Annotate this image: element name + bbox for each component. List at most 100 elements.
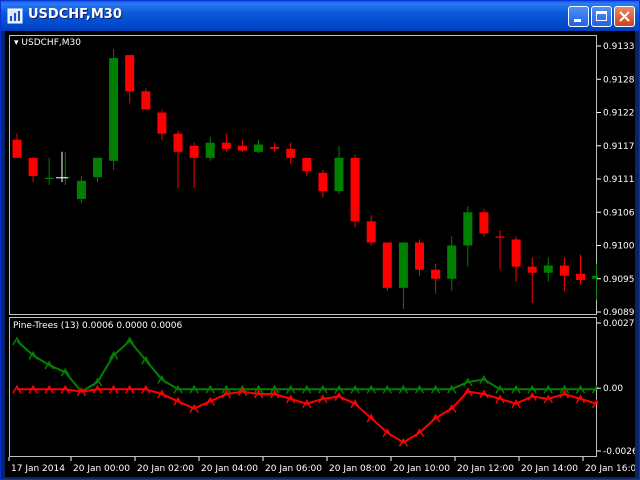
candle xyxy=(431,263,441,294)
candle xyxy=(576,254,585,285)
price-tick-label: 0.91005 xyxy=(603,242,635,252)
candle xyxy=(270,142,280,152)
green-series-line xyxy=(16,339,597,393)
time-tick-label: 20 Jan 12:00 xyxy=(457,464,514,474)
candle xyxy=(76,175,86,204)
indicator-axis[interactable]: 0.0027 0.00 -0.0026 xyxy=(597,317,635,457)
time-tick-label: 17 Jan 2014 xyxy=(11,464,65,474)
candle-body xyxy=(415,242,424,270)
candle-body xyxy=(302,157,312,172)
candle xyxy=(511,236,521,282)
candle-body xyxy=(463,212,473,246)
candle-body xyxy=(511,239,521,267)
candle-body xyxy=(109,58,119,161)
candle-body xyxy=(221,142,231,149)
candle xyxy=(559,257,569,291)
indicator-tick-label: 0.00 xyxy=(603,384,623,394)
candle xyxy=(479,209,489,237)
time-tick-label: 20 Jan 06:00 xyxy=(265,464,322,474)
time-tick-label: 20 Jan 10:00 xyxy=(393,464,450,474)
candle-body xyxy=(318,172,328,192)
candle xyxy=(173,130,183,189)
candle-body xyxy=(270,146,280,149)
candle xyxy=(157,109,167,140)
candle xyxy=(350,154,360,228)
candle xyxy=(109,49,119,170)
candle-body xyxy=(28,157,38,176)
time-axis[interactable]: 17 Jan 2014 20 Jan 00:00 20 Jan 02:00 20 Ja… xyxy=(5,457,635,477)
candle-body xyxy=(431,269,441,279)
candle xyxy=(463,206,473,267)
pine-trees-indicator xyxy=(12,336,598,447)
candle xyxy=(318,169,328,198)
candle xyxy=(382,242,392,291)
close-icon xyxy=(619,11,630,22)
indicator-panel[interactable]: Pine-Trees (13) 0.0006 0.0000 0.0006 xyxy=(9,317,598,457)
candle xyxy=(527,257,537,303)
window-title: USDCHF,M30 xyxy=(28,7,122,22)
indicator-tick-label: 0.0027 xyxy=(603,319,635,329)
candle xyxy=(237,139,247,152)
candle xyxy=(543,257,553,282)
candle-body xyxy=(398,242,408,288)
candle-body xyxy=(76,180,86,199)
candle xyxy=(44,157,54,186)
candle-body xyxy=(12,139,22,158)
candle-body xyxy=(366,221,376,243)
terminal-window: USDCHF,M30 ▾ USDCHF,M30 Pine-Trees (13) … xyxy=(0,0,640,480)
title-bar[interactable]: USDCHF,M30 xyxy=(1,1,639,31)
price-axis[interactable]: 0.91335 0.91280 0.91225 0.91170 0.91115 0.910… xyxy=(597,35,635,317)
candle-body xyxy=(205,142,215,158)
candle-body xyxy=(350,157,360,222)
price-tick-label: 0.90950 xyxy=(603,275,635,285)
red-series-line xyxy=(17,388,597,444)
time-tick-label: 20 Jan 16:00 xyxy=(585,464,635,474)
candle-body xyxy=(173,133,183,152)
candle-body xyxy=(495,236,505,238)
candle xyxy=(334,145,344,195)
price-tick-label: 0.91280 xyxy=(603,75,635,85)
candle-body xyxy=(141,91,151,110)
time-tick-label: 20 Jan 14:00 xyxy=(521,464,578,474)
candle-body xyxy=(527,266,537,273)
candle xyxy=(189,142,199,189)
price-chart-panel[interactable]: ▾ USDCHF,M30 xyxy=(9,35,598,315)
price-tick-label: 0.91335 xyxy=(603,42,635,52)
candle xyxy=(286,142,296,164)
candle xyxy=(141,88,151,110)
time-tick-label: 20 Jan 02:00 xyxy=(137,464,194,474)
indicator-tick-label: -0.0026 xyxy=(603,447,635,457)
candle-body xyxy=(382,242,392,288)
minimize-icon xyxy=(574,19,581,22)
candle-body xyxy=(157,112,167,134)
candle xyxy=(12,133,22,158)
maximize-button[interactable] xyxy=(591,6,612,27)
candle-body xyxy=(125,55,135,92)
candle-body xyxy=(237,145,247,151)
candle xyxy=(415,239,424,276)
indicator-label: Pine-Trees (13) 0.0006 0.0000 0.0006 xyxy=(13,321,183,331)
candle-body xyxy=(93,157,102,178)
candlestick-chart xyxy=(12,49,598,309)
symbol-label-text: USDCHF,M30 xyxy=(21,38,81,48)
price-tick-label: 0.91115 xyxy=(603,175,635,185)
candle-body xyxy=(44,177,54,179)
symbol-label: ▾ USDCHF,M30 xyxy=(14,38,81,48)
candle-body xyxy=(559,265,569,276)
candle xyxy=(398,242,408,309)
candle xyxy=(125,55,135,104)
close-button[interactable] xyxy=(614,6,635,27)
price-tick-label: 0.90895 xyxy=(603,308,635,317)
candle-body xyxy=(447,245,457,279)
candle-body xyxy=(334,157,344,192)
candle xyxy=(221,133,231,152)
candle xyxy=(302,157,312,176)
candle xyxy=(495,230,505,270)
maximize-icon xyxy=(596,11,607,21)
price-tick-label: 0.91170 xyxy=(603,142,635,152)
candle xyxy=(366,215,376,246)
candle xyxy=(447,236,457,291)
dropdown-triangle-icon[interactable]: ▾ xyxy=(14,38,19,48)
minimize-button[interactable] xyxy=(568,6,589,27)
candle-body xyxy=(543,265,553,273)
